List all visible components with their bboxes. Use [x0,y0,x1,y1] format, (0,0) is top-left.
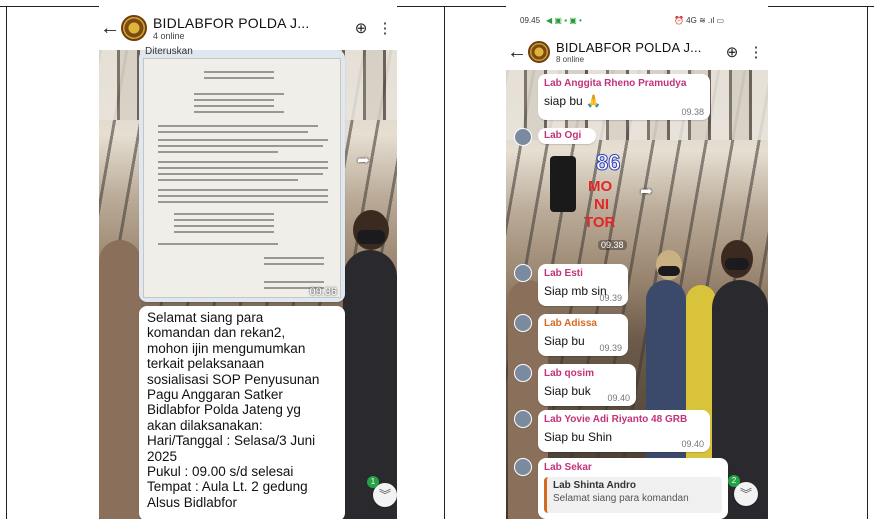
online-count: 8 online [556,55,585,64]
message-line: Bidlabfor Polda Jateng yg [147,402,301,418]
message-text: siap bu 🙏 [544,94,601,108]
message-line: Tempat : Aula Lt. 2 gedung [147,479,308,495]
forward-icon[interactable]: ➦ [640,182,653,200]
status-bar-left: 09.45 ◀ ▣ ▪ ▣ • [520,16,582,25]
message-line: komandan dan rekan2, [147,325,286,341]
status-bar-right: ⏰ 4G ≋ .ıl ▭ [674,16,724,25]
wallpaper-person [99,240,141,519]
chat-message[interactable]: Lab Adissa Siap bu 09.39 [538,314,628,356]
message-line: akan dilaksanakan: [147,417,263,433]
message-sender: Lab Ogi [544,130,582,141]
message-sender: Lab qosim [544,368,595,379]
chevron-down-icon: ︾ [739,487,752,501]
message-sender: Lab Esti [544,268,583,279]
message-line: mohon ijin mengumumkan [147,340,306,356]
message-time: 09.40 [607,393,630,403]
sender-avatar[interactable] [514,364,532,382]
sticker-monitor[interactable]: 86 MO NI TOR 09.38 [546,148,636,256]
sender-avatar[interactable] [514,314,532,332]
image-message[interactable]: Diteruskan 09.36 [139,46,345,302]
call-icon[interactable]: ⊕ [720,43,744,61]
chat-header: ← BIDLABFOR POLDA J... 4 online ⊕ ⋮ [99,6,397,50]
back-arrow-icon[interactable]: ← [506,41,528,64]
sender-avatar[interactable] [514,410,532,428]
wallpaper-mask [658,266,680,276]
sender-avatar[interactable] [514,128,532,146]
text-message[interactable]: Selamat siang para komandan dan rekan2, … [139,306,345,519]
sender-avatar[interactable] [514,264,532,282]
status-icons: ◀ ▣ ▪ ▣ • [546,16,582,25]
left-chat-screen: ← BIDLABFOR POLDA J... 4 online ⊕ ⋮ Dite… [99,6,397,519]
chat-title: BIDLABFOR POLDA J... [556,40,702,55]
menu-dots-icon[interactable]: ⋮ [373,19,397,37]
wallpaper-mask [357,230,385,244]
unread-badge: 1 [367,476,379,488]
message-time: 09.39 [599,293,622,303]
message-sender: Lab Sekar [544,462,592,473]
message-sender: Lab Adissa [544,318,597,329]
chat-header: ← BIDLABFOR POLDA J... 8 online ⊕ ⋮ [506,34,768,70]
document-photo [143,58,341,298]
message-time: 09.38 [681,107,704,117]
online-count: 4 online [153,31,185,41]
forward-icon[interactable]: ➦ [357,151,370,169]
status-system-icons: ⏰ 4G ≋ .ıl ▭ [674,16,725,25]
chat-title-box[interactable]: BIDLABFOR POLDA J... 8 online [556,40,720,64]
sender-avatar[interactable] [514,458,532,476]
left-border [6,6,7,519]
sticker-word: NI [594,196,609,213]
quoted-sender: Lab Shinta Andro [553,480,636,491]
group-avatar[interactable] [528,41,550,63]
call-icon[interactable]: ⊕ [349,19,373,37]
sticker-word: MO [588,178,613,195]
chat-message[interactable]: Lab Yovie Adi Riyanto 48 GRB Siap bu Shi… [538,410,710,452]
message-body: Selamat siang para komandan dan rekan2, … [147,310,337,510]
wallpaper-mask [725,258,749,270]
group-avatar[interactable] [121,15,147,41]
chat-message[interactable]: Lab Esti Siap mb sin 09.39 [538,264,628,306]
unread-badge: 2 [728,475,740,487]
message-line: Pukul : 09.00 s/d selesai [147,464,294,480]
chat-message[interactable]: Lab Sekar Lab Shinta Andro Selamat siang… [538,458,728,519]
image-time: 09.36 [309,286,337,298]
radio-icon [550,156,576,212]
sticker-word: TOR [584,214,616,231]
forwarded-label: Diteruskan [145,46,193,57]
message-line: Pagu Anggaran Satker [147,387,283,403]
message-line: 2025 [147,448,178,464]
message-line: terkait pelaksanaan [147,356,265,372]
chat-message[interactable]: Lab Ogi [538,128,596,144]
message-line: Selamat siang para [147,310,264,325]
chat-message[interactable]: Lab Anggita Rheno Pramudya siap bu 🙏 09.… [538,74,710,120]
message-line: Hari/Tanggal : Selasa/3 Juni [147,433,316,449]
quoted-text: Selamat siang para komandan [553,493,689,504]
screenshot-sheet: ← BIDLABFOR POLDA J... 4 online ⊕ ⋮ Dite… [0,0,874,519]
right-chat-screen: 09.45 ◀ ▣ ▪ ▣ • ⏰ 4G ≋ .ıl ▭ ← BIDLABFOR… [506,6,768,519]
message-line: sosialisasi SOP Penyusunan [147,371,320,387]
chat-title-box[interactable]: BIDLABFOR POLDA J... 4 online [153,15,349,41]
sticker-number: 86 [595,150,621,176]
message-line: Alsus Bidlabfor [147,494,238,510]
status-time: 09.45 [520,16,541,25]
message-time: 09.38 [598,240,627,250]
message-time: 09.40 [681,439,704,449]
menu-dots-icon[interactable]: ⋮ [744,43,768,61]
chevron-down-icon: ︾ [378,488,391,502]
message-sender: Lab Yovie Adi Riyanto 48 GRB [544,414,688,425]
quoted-message[interactable]: Lab Shinta Andro Selamat siang para koma… [544,477,722,513]
message-text: Siap bu Shin [544,430,613,444]
chat-title: BIDLABFOR POLDA J... [153,15,310,31]
middle-border [444,6,445,519]
message-sender: Lab Anggita Rheno Pramudya [544,78,687,89]
chat-message[interactable]: Lab qosim Siap buk 09.40 [538,364,636,406]
message-time: 09.39 [599,343,622,353]
right-border [867,6,868,519]
back-arrow-icon[interactable]: ← [99,17,121,40]
